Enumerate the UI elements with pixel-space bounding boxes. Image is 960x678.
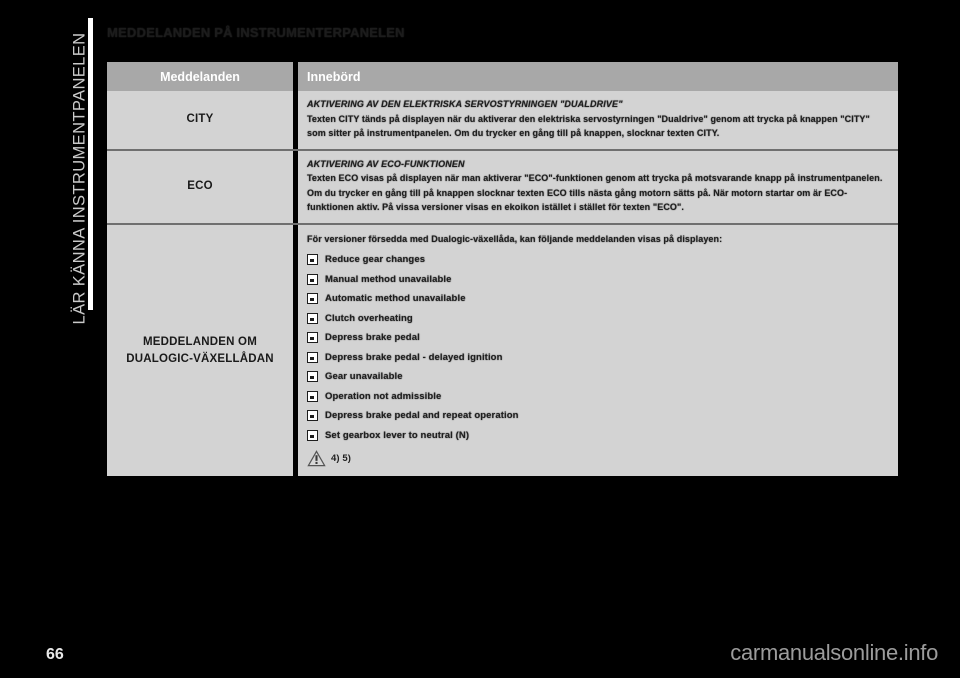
warning-reference-item: 4) 5) <box>307 448 888 468</box>
display-message-icon <box>307 371 318 383</box>
page-title: MEDDELANDEN PÅ INSTRUMENTERPANELEN <box>107 25 405 40</box>
list-item-label: Set gearbox lever to neutral (N) <box>325 429 470 441</box>
dualogic-intro-text: För versioner försedda med Dualogic-växe… <box>307 233 723 244</box>
list-item-label: Manual method unavailable <box>325 273 452 285</box>
table-row: CITY AKTIVERING AV DEN ELEKTRISKA SERVOS… <box>107 91 898 149</box>
row-label-cell: MEDDELANDEN OM DUALOGIC-VÄXELLÅDAN <box>107 225 293 476</box>
column-header-messages: Meddelanden <box>160 69 240 84</box>
display-message-icon <box>307 410 318 422</box>
list-item-label: Depress brake pedal - delayed ignition <box>325 351 503 363</box>
message-label: ECO <box>187 180 213 193</box>
table-row: MEDDELANDEN OM DUALOGIC-VÄXELLÅDAN För v… <box>107 222 898 477</box>
meaning-subtitle: AKTIVERING AV DEN ELEKTRISKA SERVOSTYRNI… <box>307 99 623 109</box>
row-meaning-cell: AKTIVERING AV DEN ELEKTRISKA SERVOSTYRNI… <box>298 91 898 149</box>
list-item-label: Depress brake pedal <box>325 332 420 344</box>
warning-reference-label: 4) 5) <box>331 452 352 464</box>
display-message-icon <box>307 332 318 344</box>
list-item: Depress brake pedal - delayed ignition <box>307 348 888 367</box>
dualogic-message-list: Reduce gear changes Manual method unavai… <box>307 250 888 444</box>
list-item: Clutch overheating <box>307 309 888 328</box>
list-item: Gear unavailable <box>307 367 888 386</box>
meaning-body: Texten ECO visas på displayen när man ak… <box>307 173 883 213</box>
meaning-subtitle: AKTIVERING AV ECO-FUNKTIONEN <box>307 158 465 169</box>
list-item-label: Reduce gear changes <box>325 254 426 266</box>
list-item: Depress brake pedal <box>307 328 888 347</box>
meaning-body: Texten CITY tänds på displayen när du ak… <box>307 113 870 139</box>
table-header-row: Meddelanden Innebörd <box>107 62 898 91</box>
row-meaning-cell: För versioner försedda med Dualogic-växe… <box>298 225 898 476</box>
display-message-icon <box>307 390 318 402</box>
site-watermark: carmanualsonline.info <box>730 640 938 665</box>
list-item: Manual method unavailable <box>307 270 888 289</box>
row-meaning-cell: AKTIVERING AV ECO-FUNKTIONEN Texten ECO … <box>298 151 898 223</box>
chapter-tab-label: LÄR KÄNNA INSTRUMENTPANELEN <box>70 32 89 325</box>
message-label: MEDDELANDEN OM DUALOGIC-VÄXELLÅDAN <box>126 335 274 365</box>
column-header-meaning: Innebörd <box>307 69 361 84</box>
list-item-label: Operation not admissible <box>325 390 442 402</box>
display-message-icon <box>307 429 318 441</box>
messages-table: Meddelanden Innebörd CITY AKTIVERING AV … <box>107 62 898 477</box>
list-item: Depress brake pedal and repeat operation <box>307 406 888 425</box>
row-label-cell: ECO <box>107 151 293 223</box>
display-message-icon <box>307 293 318 305</box>
list-item: Set gearbox lever to neutral (N) <box>307 426 888 445</box>
list-item-label: Automatic method unavailable <box>325 293 466 305</box>
list-item-label: Clutch overheating <box>325 312 413 324</box>
table-row: ECO AKTIVERING AV ECO-FUNKTIONEN Texten … <box>107 148 898 223</box>
message-label: CITY <box>186 113 214 126</box>
page-number: 66 <box>46 646 64 663</box>
list-item-label: Depress brake pedal and repeat operation <box>325 410 519 422</box>
manual-page: LÄR KÄNNA INSTRUMENTPANELEN MEDDELANDEN … <box>0 0 960 678</box>
display-message-icon <box>307 273 318 285</box>
chapter-side-tab: LÄR KÄNNA INSTRUMENTPANELEN <box>55 0 101 610</box>
warning-triangle-icon <box>307 449 326 466</box>
display-message-icon <box>307 254 318 266</box>
list-item: Automatic method unavailable <box>307 289 888 308</box>
display-message-icon <box>307 351 318 363</box>
display-message-icon <box>307 312 318 324</box>
row-label-cell: CITY <box>107 91 293 149</box>
list-item: Operation not admissible <box>307 387 888 406</box>
list-item-label: Gear unavailable <box>325 371 403 383</box>
list-item: Reduce gear changes <box>307 250 888 269</box>
